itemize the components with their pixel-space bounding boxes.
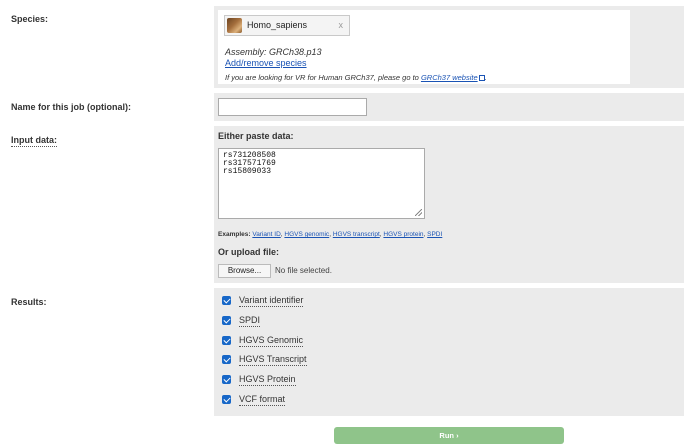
upload-file-label: Or upload file: — [218, 247, 280, 257]
assembly-text: Assembly: GRCh38.p13 — [225, 47, 322, 57]
species-box: Homo_sapiens x Assembly: GRCh38.p13 Add/… — [218, 10, 630, 84]
job-name-input[interactable] — [218, 98, 367, 116]
input-data-label: Input data: — [11, 135, 57, 147]
results-label: Results: — [11, 297, 47, 307]
run-button[interactable]: Run › — [334, 427, 564, 444]
result-option-label: VCF format — [239, 394, 286, 406]
no-file-text: No file selected. — [275, 266, 332, 275]
results-panel: Variant identifier SPDI HGVS Genomic HGV… — [214, 288, 684, 416]
pasted-data-text: rs731208508 rs317571769 rs15809033 — [223, 151, 276, 176]
example-spdi-link[interactable]: SPDI — [427, 231, 442, 238]
paste-data-textarea[interactable]: rs731208508 rs317571769 rs15809033 — [218, 148, 425, 219]
grch37-website-link[interactable]: GRCh37 website — [421, 73, 485, 82]
species-tag: Homo_sapiens x — [224, 15, 350, 36]
checkbox-checked-icon[interactable] — [222, 316, 231, 325]
input-data-panel: Either paste data: rs731208508 rs3175717… — [214, 126, 684, 283]
example-hgvs-genomic-link[interactable]: HGVS genomic — [284, 231, 329, 238]
checkbox-checked-icon[interactable] — [222, 395, 231, 404]
grch37-hint: If you are looking for VR for Human GRCh… — [225, 73, 487, 82]
grch37-website-link-label: GRCh37 website — [420, 73, 478, 82]
resize-handle-icon[interactable] — [415, 209, 422, 216]
example-hgvs-protein-link[interactable]: HGVS protein — [383, 231, 423, 238]
species-image-icon — [227, 18, 242, 33]
checkbox-checked-icon[interactable] — [222, 375, 231, 384]
grch37-hint-end: . — [484, 73, 487, 82]
example-hgvs-transcript-link[interactable]: HGVS transcript — [333, 231, 380, 238]
species-name: Homo_sapiens — [247, 20, 308, 30]
example-variant-id-link[interactable]: Variant ID — [252, 231, 280, 238]
grch37-hint-text: If you are looking for VR for Human GRCh… — [225, 73, 421, 82]
job-name-panel — [214, 93, 684, 121]
species-label: Species: — [11, 14, 49, 24]
remove-species-icon[interactable]: x — [339, 20, 344, 30]
browse-button[interactable]: Browse... — [218, 264, 271, 278]
result-option-label: HGVS Protein — [239, 374, 296, 386]
examples-label: Examples: — [218, 231, 251, 238]
add-remove-species-link[interactable]: Add/remove species — [225, 58, 307, 68]
examples-line: Examples: Variant ID, HGVS genomic, HGVS… — [218, 231, 443, 238]
checkbox-checked-icon[interactable] — [222, 336, 231, 345]
job-name-label: Name for this job (optional): — [11, 102, 131, 112]
result-option-label: Variant identifier — [239, 295, 304, 307]
species-panel: Homo_sapiens x Assembly: GRCh38.p13 Add/… — [214, 6, 684, 88]
checkbox-checked-icon[interactable] — [222, 355, 231, 364]
checkbox-checked-icon[interactable] — [222, 296, 231, 305]
result-option-label: HGVS Transcript — [239, 354, 307, 366]
result-option-label: HGVS Genomic — [239, 335, 304, 347]
paste-data-label: Either paste data: — [218, 131, 294, 141]
result-option-label: SPDI — [239, 315, 261, 327]
